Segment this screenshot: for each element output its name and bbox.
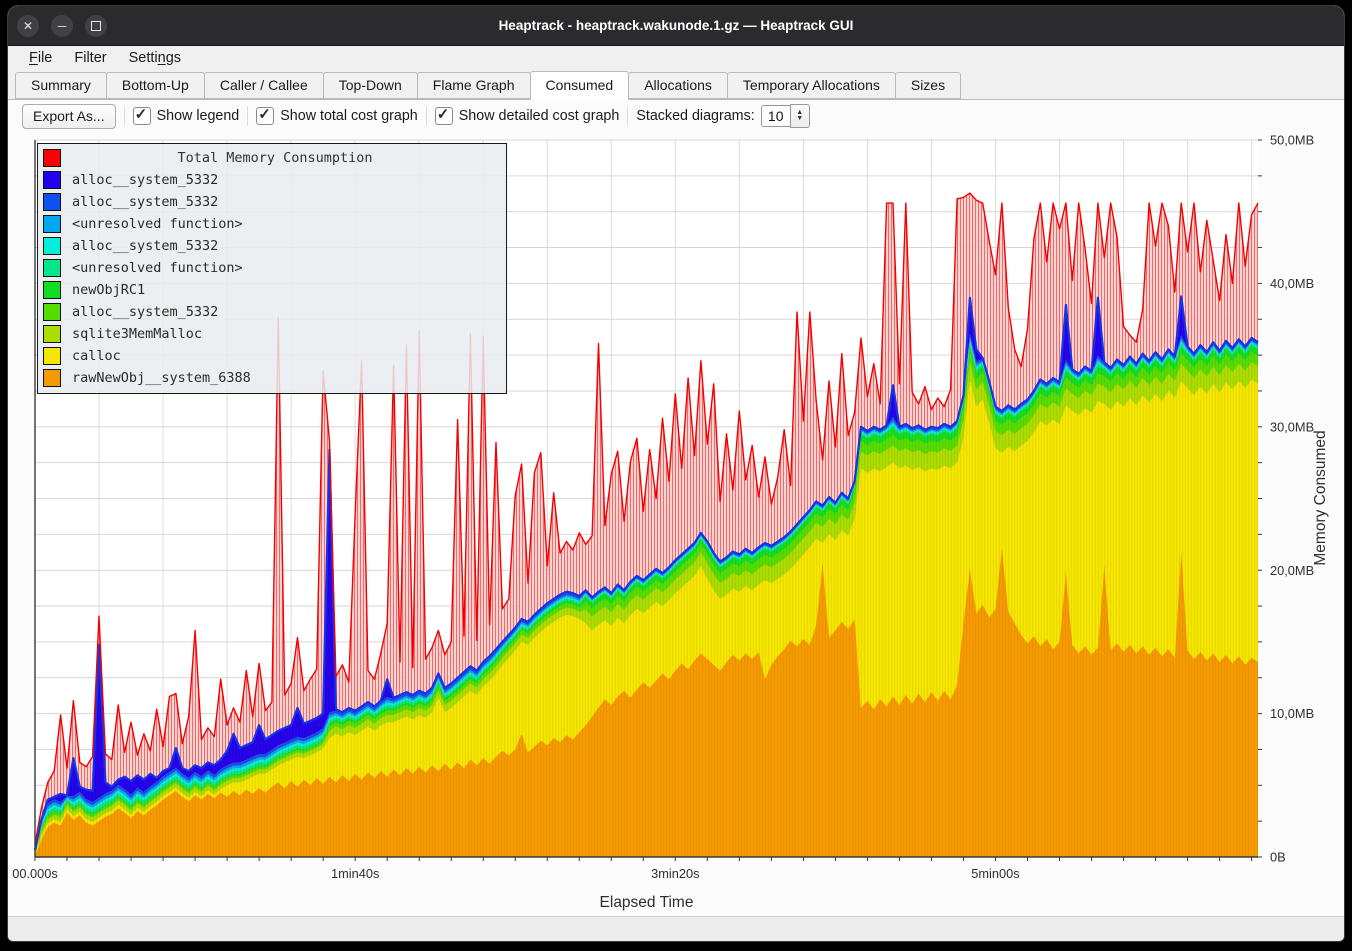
show-total-cost-graph-checkbox[interactable]: Show total cost graph — [256, 107, 418, 125]
app-window: ✕─ Heaptrack - heaptrack.wakunode.1.gz —… — [8, 6, 1344, 941]
legend-swatch-icon — [43, 149, 61, 167]
menu-item-settings[interactable]: Settings — [118, 48, 192, 68]
legend-label: <unresolved function> — [72, 260, 243, 276]
legend-swatch-icon — [43, 325, 61, 343]
toolbar: Export As... Show legend Show total cost… — [8, 100, 1344, 132]
y-tick-label: 0B — [1270, 850, 1286, 865]
legend-item: Total Memory Consumption — [38, 147, 506, 169]
legend-label: <unresolved function> — [72, 216, 243, 232]
legend-label: rawNewObj__system_6388 — [72, 370, 251, 386]
legend-swatch-icon — [43, 303, 61, 321]
show-legend-checkbox[interactable]: Show legend — [133, 107, 240, 125]
toolbar-separator — [627, 106, 628, 126]
tab-temporary-allocations[interactable]: Temporary Allocations — [727, 72, 896, 99]
window-title: Heaptrack - heaptrack.wakunode.1.gz — He… — [8, 18, 1344, 33]
maximize-button[interactable] — [85, 15, 107, 37]
tab-allocations[interactable]: Allocations — [628, 72, 728, 99]
x-tick-label: 00.000s — [12, 866, 58, 881]
x-tick-label: 5min00s — [971, 866, 1019, 881]
tab-consumed[interactable]: Consumed — [530, 71, 630, 100]
y-tick-label: 10,0MB — [1270, 706, 1314, 721]
tab-bottom-up[interactable]: Bottom-Up — [106, 72, 205, 99]
legend-label: calloc — [72, 348, 121, 364]
spin-down-icon[interactable]: ▼ — [796, 116, 803, 122]
toolbar-separator — [426, 106, 427, 126]
legend-swatch-icon — [43, 215, 61, 233]
y-tick-label: 30,0MB — [1270, 419, 1314, 434]
legend-swatch-icon — [43, 347, 61, 365]
legend-item: alloc__system_5332 — [38, 191, 506, 213]
legend-label: alloc__system_5332 — [72, 238, 218, 254]
legend-item: rawNewObj__system_6388 — [38, 367, 506, 389]
legend-swatch-icon — [43, 259, 61, 277]
tab-bar: SummaryBottom-UpCaller / CalleeTop-DownF… — [8, 69, 1344, 100]
checkbox-label: Show legend — [157, 108, 240, 124]
legend-item: sqlite3MemMalloc — [38, 323, 506, 345]
legend-label: sqlite3MemMalloc — [72, 326, 202, 342]
show-detailed-cost-graph-checkbox[interactable]: Show detailed cost graph — [435, 107, 620, 125]
legend-label: alloc__system_5332 — [72, 194, 218, 210]
legend-item: alloc__system_5332 — [38, 235, 506, 257]
legend-swatch-icon — [43, 369, 61, 387]
checkbox-box-icon[interactable] — [133, 107, 151, 125]
title-bar: ✕─ Heaptrack - heaptrack.wakunode.1.gz —… — [8, 6, 1344, 46]
window-controls: ✕─ — [8, 15, 107, 37]
stacked-diagrams-label: Stacked diagrams: — [636, 108, 754, 124]
menu-item-file[interactable]: File — [18, 48, 63, 68]
menu-bar: FileFilterSettings — [8, 46, 1344, 69]
legend-item: <unresolved function> — [38, 213, 506, 235]
tab-summary[interactable]: Summary — [15, 72, 107, 99]
toolbar-separator — [124, 106, 125, 126]
x-axis-title: Elapsed Time — [600, 894, 694, 911]
legend-label: Total Memory Consumption — [72, 150, 478, 166]
checkbox-label: Show detailed cost graph — [459, 108, 620, 124]
checkbox-box-icon[interactable] — [435, 107, 453, 125]
desktop: { "window": { "title": "Heaptrack - heap… — [0, 0, 1352, 951]
spinner-buttons[interactable]: ▲ ▼ — [790, 104, 810, 128]
tab-caller-callee[interactable]: Caller / Callee — [204, 72, 324, 99]
consumed-chart-panel: 00.000s 1min40s 3min20s 5min00s 0B 10,0MB 20,0… — [8, 130, 1344, 917]
y-tick-label: 50,0MB — [1270, 133, 1314, 148]
tab-top-down[interactable]: Top-Down — [323, 72, 418, 99]
legend-item: calloc — [38, 345, 506, 367]
legend-item: <unresolved function> — [38, 257, 506, 279]
legend-item: alloc__system_5332 — [38, 301, 506, 323]
legend-swatch-icon — [43, 237, 61, 255]
checkbox-label: Show total cost graph — [280, 108, 418, 124]
tab-sizes[interactable]: Sizes — [895, 72, 961, 99]
stacked-diagrams-stepper[interactable]: 10 ▲ ▼ — [761, 104, 810, 128]
x-tick-label: 1min40s — [331, 866, 379, 881]
export-as-button[interactable]: Export As... — [22, 104, 116, 129]
x-tick-label: 3min20s — [651, 866, 699, 881]
legend-label: newObjRC1 — [72, 282, 145, 298]
legend-label: alloc__system_5332 — [72, 304, 218, 320]
y-axis-title: Memory Consumed — [1312, 430, 1329, 565]
menu-item-filter[interactable]: Filter — [63, 48, 117, 68]
legend-swatch-icon — [43, 193, 61, 211]
chart-legend: Total Memory Consumption alloc__system_53… — [37, 143, 507, 394]
legend-item: alloc__system_5332 — [38, 169, 506, 191]
legend-swatch-icon — [43, 281, 61, 299]
y-tick-label: 40,0MB — [1270, 276, 1314, 291]
legend-swatch-icon — [43, 171, 61, 189]
minimize-button[interactable]: ─ — [51, 15, 73, 37]
y-tick-label: 20,0MB — [1270, 563, 1314, 578]
stacked-diagrams-value[interactable]: 10 — [761, 105, 790, 127]
legend-item: newObjRC1 — [38, 279, 506, 301]
close-button[interactable]: ✕ — [17, 15, 39, 37]
legend-label: alloc__system_5332 — [72, 172, 218, 188]
status-bar — [8, 916, 1344, 941]
checkbox-box-icon[interactable] — [256, 107, 274, 125]
maximize-icon — [91, 21, 101, 31]
toolbar-separator — [247, 106, 248, 126]
tab-flame-graph[interactable]: Flame Graph — [417, 72, 531, 99]
